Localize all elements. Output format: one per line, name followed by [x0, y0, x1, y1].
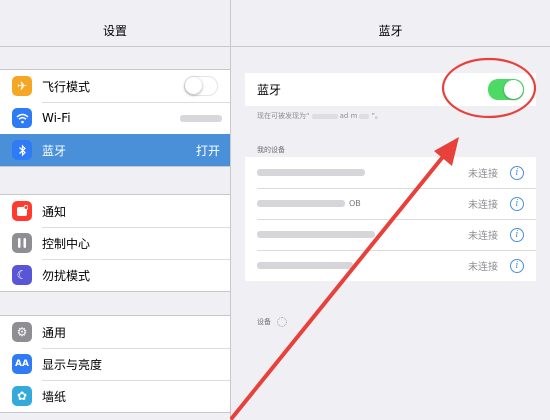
airplane-mode-toggle[interactable] — [184, 76, 218, 96]
gear-icon: ⚙ — [12, 322, 32, 342]
sidebar-item-control-center[interactable]: 控制中心 — [0, 227, 230, 259]
bluetooth-toggle[interactable] — [488, 79, 524, 100]
sidebar-item-label: 控制中心 — [42, 236, 91, 251]
device-name-blur — [257, 200, 345, 207]
hint-device-name: ad m — [339, 112, 358, 120]
device-name-suffix: OB — [349, 199, 361, 208]
device-name-blur — [311, 113, 338, 119]
bluetooth-detail-pane: 蓝牙 蓝牙 现在可被发现为“ ad m ”。 我的设备 未连接 i OB 未连接… — [231, 0, 550, 420]
device-status: 未连接 — [468, 262, 498, 273]
bluetooth-icon — [12, 140, 32, 160]
sidebar-item-bluetooth[interactable]: 蓝牙 打开 — [0, 134, 230, 166]
sidebar-item-label: Wi-Fi — [42, 111, 71, 125]
loading-spinner-icon — [277, 317, 287, 327]
wifi-icon — [12, 108, 32, 128]
moon-icon: ☾ — [12, 265, 32, 285]
detail-header: 蓝牙 — [231, 0, 550, 47]
info-icon[interactable]: i — [510, 165, 524, 180]
other-devices-label: 设备 — [257, 318, 271, 326]
display-icon: AA — [12, 354, 32, 374]
sidebar-item-wifi[interactable]: Wi-Fi — [0, 102, 230, 134]
settings-group-general: ⚙ 通用 AA 显示与亮度 ✿ 墙纸 — [0, 315, 230, 413]
sidebar-title: 设置 — [102, 24, 127, 38]
device-row[interactable]: 未连接 i — [245, 250, 536, 281]
my-devices-list: 未连接 i OB 未连接 i 未连接 i 未连接 i — [245, 157, 536, 281]
device-status: 未连接 — [468, 231, 498, 242]
bluetooth-label: 蓝牙 — [257, 83, 282, 97]
bluetooth-status-value: 打开 — [195, 143, 220, 158]
info-icon[interactable]: i — [510, 258, 524, 273]
sidebar-item-label: 蓝牙 — [42, 143, 67, 158]
sidebar-item-general[interactable]: ⚙ 通用 — [0, 316, 230, 348]
sidebar-header: 设置 — [0, 0, 230, 47]
sidebar-item-wallpaper[interactable]: ✿ 墙纸 — [0, 380, 230, 412]
airplane-icon: ✈ — [12, 76, 32, 96]
sidebar-item-display[interactable]: AA 显示与亮度 — [0, 348, 230, 380]
sidebar-item-airplane-mode[interactable]: ✈ 飞行模式 — [0, 70, 230, 102]
hint-prefix: 现在可被发现为“ — [257, 112, 310, 120]
settings-sidebar: 设置 ✈ 飞行模式 Wi-Fi 蓝牙 打开 通知 控制中心 ☾ 勿扰模式 ⚙ 通… — [0, 0, 230, 420]
other-devices-title: 设备 — [257, 317, 287, 327]
my-devices-title: 我的设备 — [257, 146, 285, 154]
settings-group-connectivity: ✈ 飞行模式 Wi-Fi 蓝牙 打开 — [0, 69, 230, 167]
sidebar-item-label: 墙纸 — [42, 389, 67, 404]
notifications-icon — [12, 201, 32, 221]
sidebar-item-label: 通知 — [42, 204, 67, 219]
sidebar-item-label: 勿扰模式 — [42, 268, 91, 283]
sidebar-item-do-not-disturb[interactable]: ☾ 勿扰模式 — [0, 259, 230, 291]
control-center-icon — [12, 233, 32, 253]
sidebar-item-label: 飞行模式 — [42, 79, 91, 94]
discoverable-hint: 现在可被发现为“ ad m ”。 — [257, 111, 382, 121]
sidebar-item-label: 通用 — [42, 325, 67, 340]
device-row[interactable]: 未连接 i — [245, 157, 536, 188]
device-name-blur — [257, 169, 365, 176]
info-icon[interactable]: i — [510, 227, 524, 242]
device-row[interactable]: OB 未连接 i — [245, 188, 536, 219]
sidebar-item-label: 显示与亮度 — [42, 357, 103, 372]
sidebar-item-notifications[interactable]: 通知 — [0, 195, 230, 227]
device-status: 未连接 — [468, 200, 498, 211]
bluetooth-toggle-row: 蓝牙 — [245, 73, 536, 106]
page-title: 蓝牙 — [378, 24, 403, 38]
wifi-network-blur — [180, 114, 222, 122]
device-status: 未连接 — [468, 169, 498, 180]
device-name-blur — [359, 113, 370, 119]
device-name-blur — [257, 262, 353, 269]
settings-group-notifications: 通知 控制中心 ☾ 勿扰模式 — [0, 194, 230, 292]
device-row[interactable]: 未连接 i — [245, 219, 536, 250]
info-icon[interactable]: i — [510, 196, 524, 211]
device-name-blur — [257, 231, 375, 238]
wallpaper-icon: ✿ — [12, 386, 32, 406]
hint-suffix: ”。 — [371, 112, 383, 120]
